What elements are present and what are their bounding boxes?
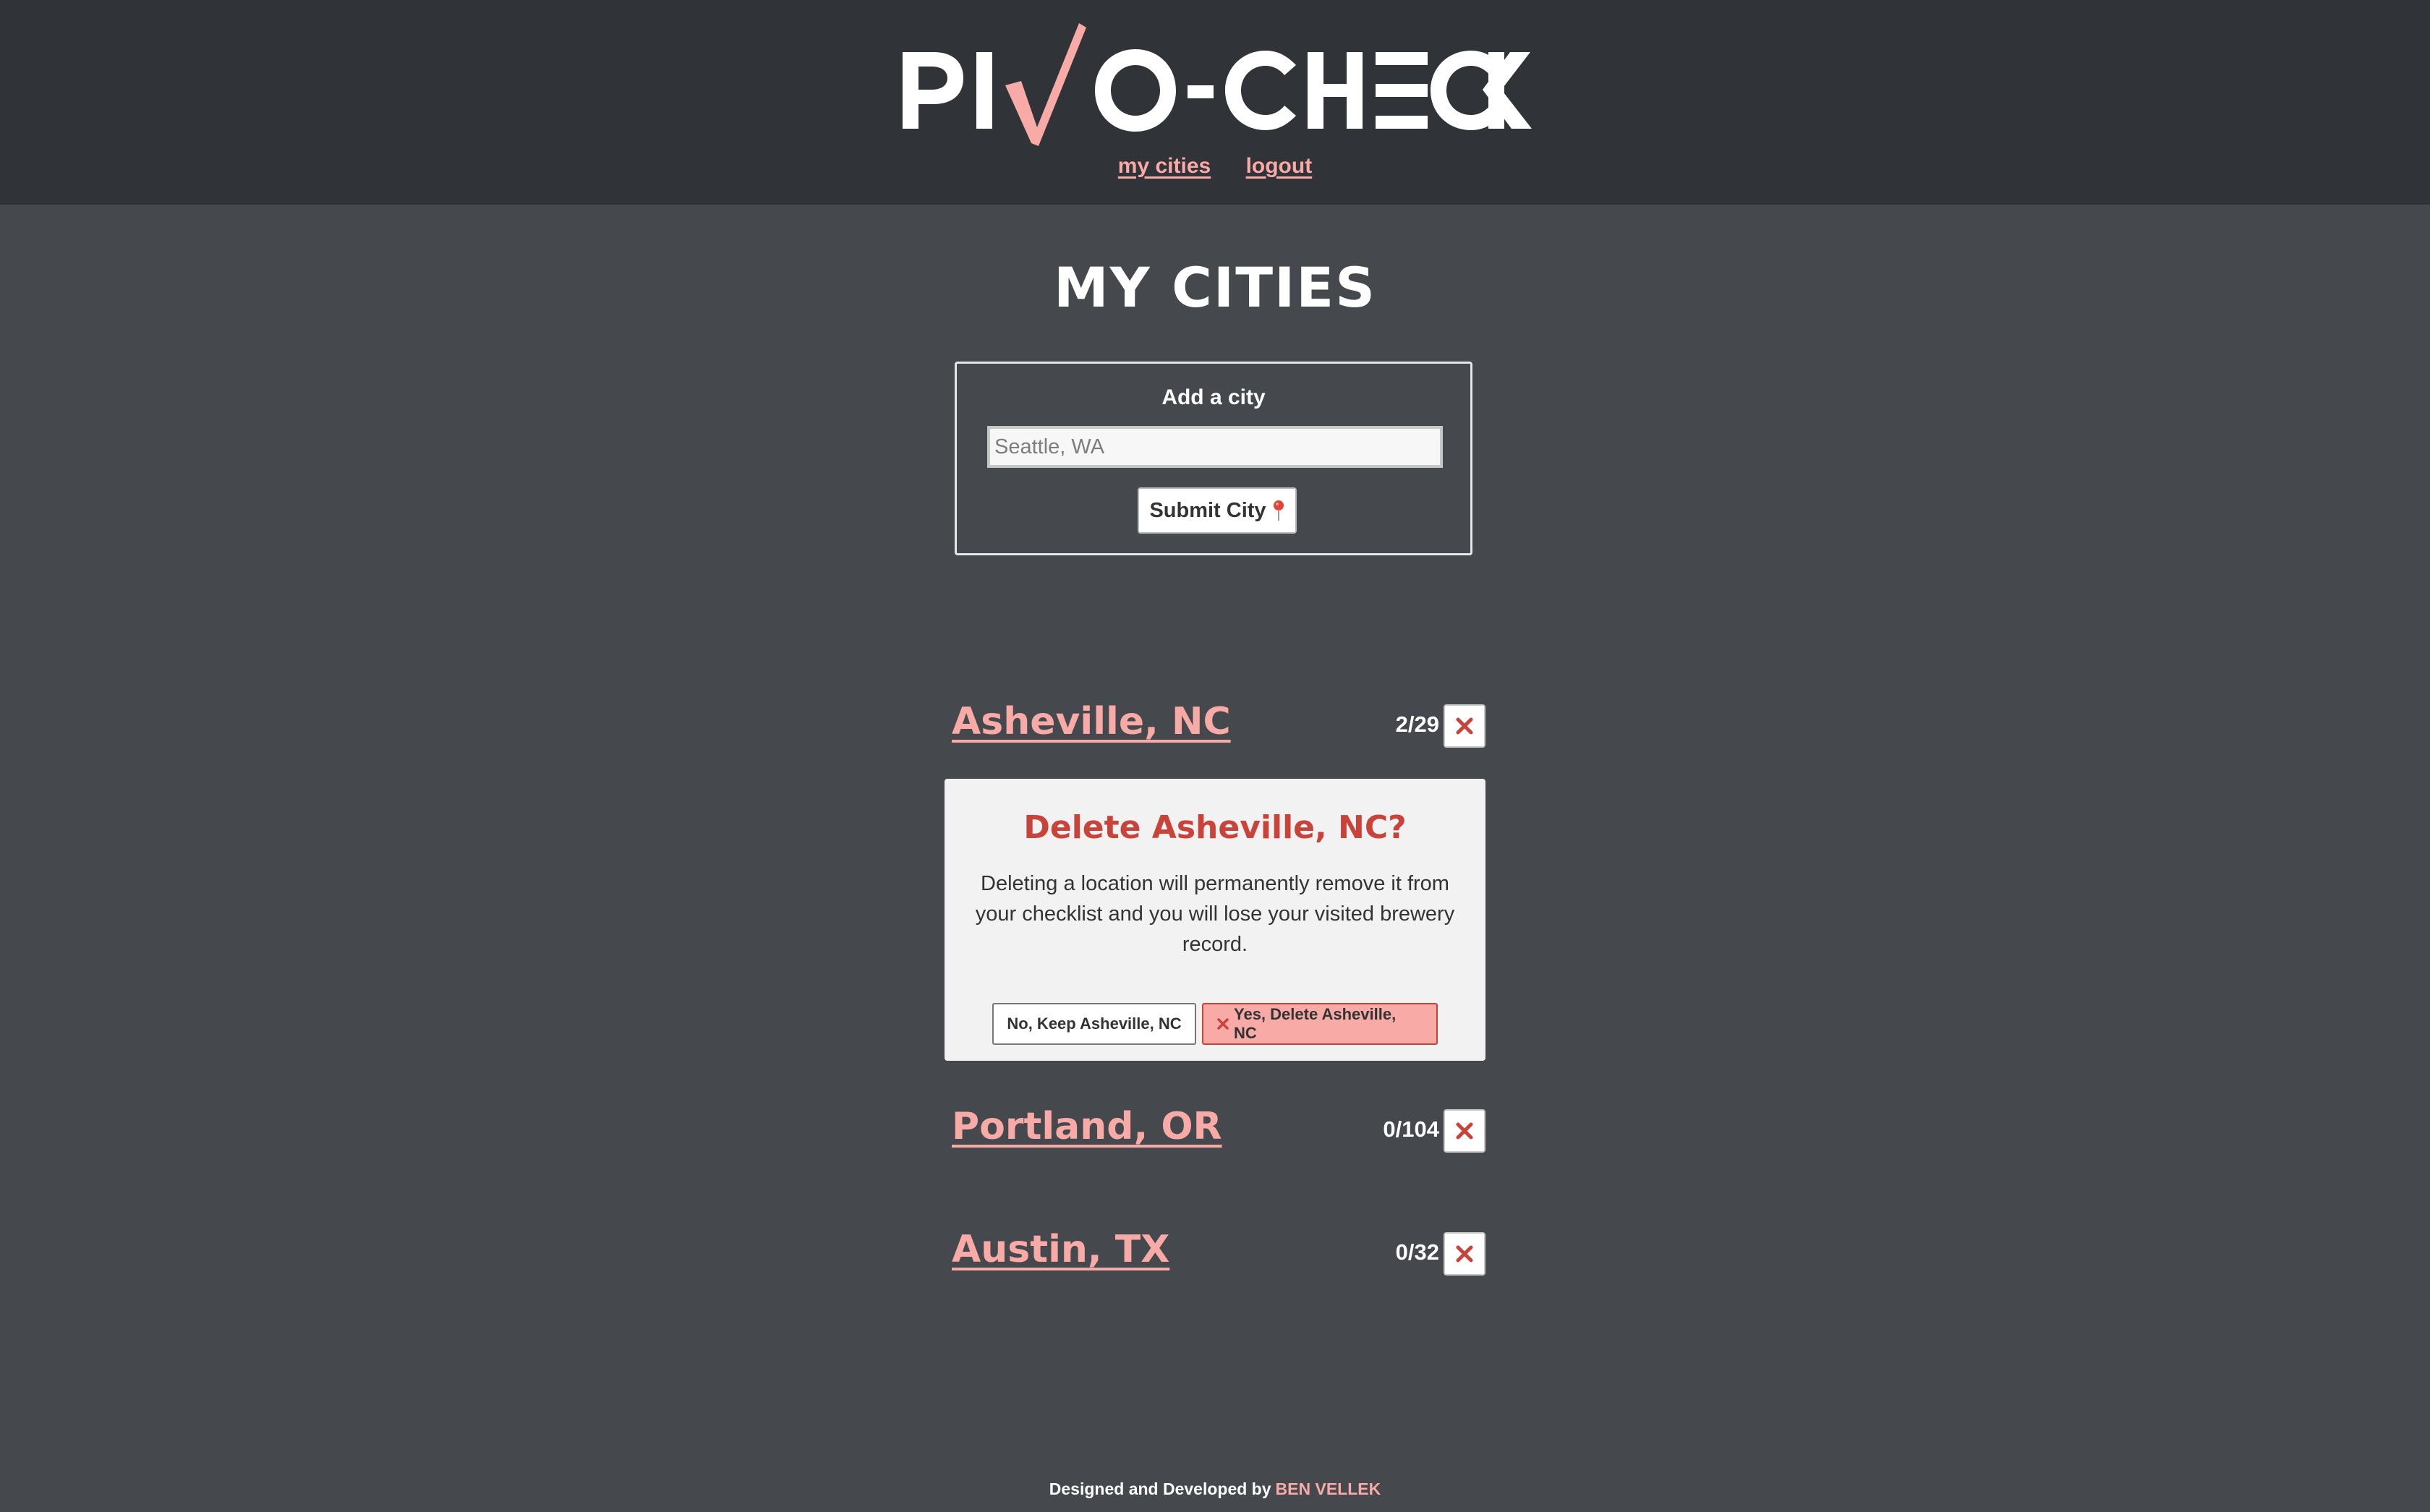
nav-logout-link[interactable]: logout [1246,154,1313,178]
city-link[interactable]: Portland, OR [952,1101,1222,1152]
footer-credit: Designed and Developed by [1049,1479,1271,1498]
map-pin-icon [1273,500,1284,521]
add-city-label: Add a city [1161,385,1266,409]
author-link[interactable]: BEN VELLEK [1276,1479,1381,1498]
city-link[interactable]: Austin, TX [952,1224,1169,1275]
x-icon [1217,1018,1229,1030]
delete-city-button[interactable] [1444,1232,1485,1276]
submit-city-label: Submit City [1149,498,1266,522]
nav-my-cities-link[interactable]: my cities [1118,154,1211,178]
city-link[interactable]: Asheville, NC [952,696,1231,747]
confirm-delete-label: Yes, Delete Asheville, NC [1234,1005,1397,1042]
confirm-actions: No, Keep Asheville, NC Yes, Delete Ashev… [945,1003,1485,1045]
city-row: Portland, OR 0/104 [950,1101,1485,1153]
keep-city-button[interactable]: No, Keep Asheville, NC [992,1003,1196,1045]
city-visited-count: 2/29 [1395,712,1439,737]
delete-city-button[interactable] [1444,1109,1485,1153]
city-visited-count: 0/32 [1395,1239,1439,1265]
city-input[interactable] [987,426,1443,468]
submit-city-button[interactable]: Submit City [1138,487,1297,534]
delete-city-button[interactable] [1444,704,1485,748]
add-city-form: Add a city Submit City [955,362,1472,555]
city-row: Austin, TX 0/32 [950,1224,1485,1276]
x-icon [1456,1122,1473,1140]
delete-confirm-dialog: Delete Asheville, NC? Deleting a locatio… [945,779,1485,1061]
confirm-delete-button[interactable]: Yes, Delete Asheville, NC [1202,1003,1438,1045]
site-footer: Designed and Developed by BEN VELLEK [0,1479,2430,1499]
confirm-message: Deleting a location will permanently rem… [975,872,1455,956]
keep-city-label: No, Keep Asheville, NC [1007,1015,1182,1033]
page-title: MY CITIES [1054,255,1376,320]
x-icon [1456,1245,1473,1263]
pivo-check-logo[interactable] [897,14,1533,152]
confirm-title: Delete Asheville, NC? [1023,809,1407,846]
main-nav: my cities logout [0,154,2430,179]
city-row: Asheville, NC 2/29 [950,696,1485,748]
city-visited-count: 0/104 [1383,1116,1439,1142]
x-icon [1456,717,1473,735]
site-header: my cities logout [0,0,2430,205]
